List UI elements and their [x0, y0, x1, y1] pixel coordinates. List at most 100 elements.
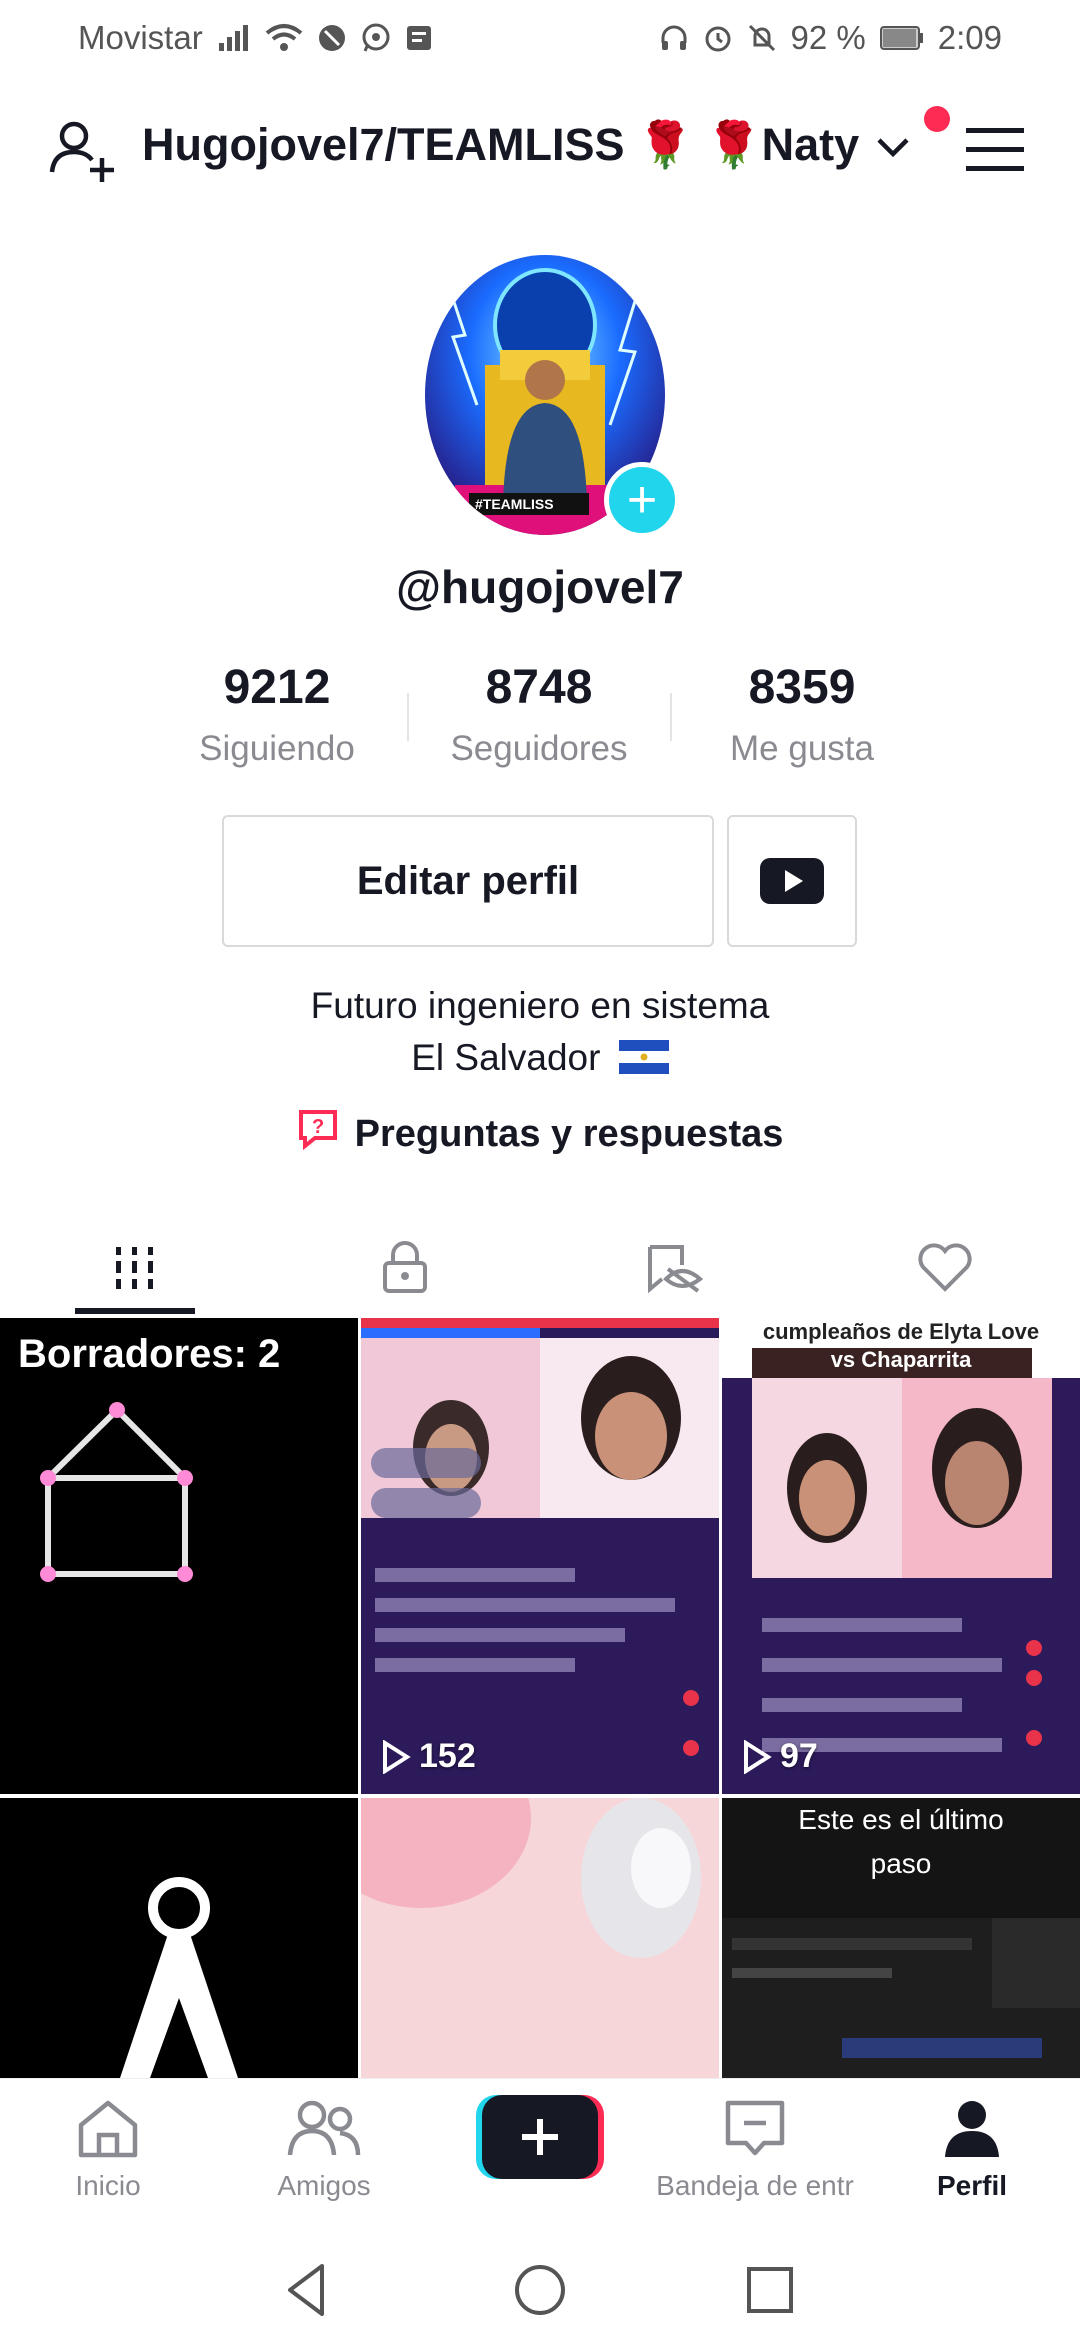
video-overlay-text: Este es el último paso	[722, 1798, 1080, 1886]
nav-inbox-label: Bandeja de entr	[656, 2170, 854, 2201]
tab-private[interactable]	[270, 1218, 540, 1318]
whatsapp-icon	[361, 23, 391, 53]
video-thumbnail[interactable]	[0, 1798, 358, 2078]
view-count-value: 97	[780, 1737, 818, 1775]
heart-icon	[918, 1243, 972, 1292]
no-data-icon	[317, 23, 347, 53]
video-overlay-line-1: Este es el último	[798, 1804, 1004, 1835]
alarm-icon	[703, 23, 733, 53]
drafts-label: Borradores: 2	[18, 1332, 281, 1376]
grid-icon	[116, 1247, 153, 1289]
video-thumbnail[interactable]: Este es el último paso	[722, 1798, 1080, 2078]
stat-likes-label: Me gusta	[730, 729, 874, 768]
video-grid: Borradores: 2 152 cumpleaños de Elyta Lo…	[0, 1318, 1080, 2078]
video-overlay-line-2: paso	[870, 1848, 932, 1879]
plus-icon: +	[626, 471, 658, 529]
youtube-button[interactable]	[727, 815, 857, 947]
inbox-icon	[725, 2100, 785, 2156]
signal-icon	[217, 23, 251, 53]
status-right: 92 % 2:09	[659, 19, 1002, 57]
chevron-down-icon	[875, 119, 911, 171]
video-thumbnail[interactable]	[361, 1798, 719, 2078]
video-title-line-2: vs Chaparrita	[830, 1347, 972, 1372]
nav-friends-label: Amigos	[277, 2170, 371, 2201]
nav-home[interactable]: Inicio	[8, 2097, 208, 2202]
recents-button[interactable]	[738, 2258, 802, 2322]
content-tabs	[0, 1218, 1080, 1318]
el-salvador-flag-icon	[618, 1036, 669, 1074]
home-icon	[78, 2100, 138, 2158]
bio-line-1: Futuro ingeniero en sistema	[310, 985, 770, 1026]
nav-profile[interactable]: Perfil	[872, 2097, 1072, 2202]
home-system-button[interactable]	[508, 2258, 572, 2322]
menu-button[interactable]	[964, 124, 1028, 176]
recents-square-icon	[747, 2267, 793, 2313]
view-count-value: 152	[419, 1737, 476, 1775]
drafts-illustration	[40, 1402, 193, 1582]
hamburger-icon	[966, 128, 1024, 171]
add-user-icon	[49, 121, 114, 182]
clock: 2:09	[937, 19, 1002, 56]
battery-icon	[879, 25, 924, 51]
wifi-icon	[265, 23, 303, 53]
avatar-badge-text: #TEAMLISS	[475, 496, 554, 512]
drafts-tile[interactable]: Borradores: 2	[0, 1318, 358, 1794]
video-title: cumpleaños de Elyta Love vs Chaparrita	[722, 1318, 1080, 1374]
play-icon	[744, 1739, 772, 1774]
profile-icon	[945, 2101, 999, 2157]
add-friend-button[interactable]	[46, 114, 122, 190]
tab-liked[interactable]	[810, 1218, 1080, 1318]
stat-following-label: Siguiendo	[199, 729, 355, 768]
system-navigation	[0, 2238, 1080, 2340]
video-thumbnail-image	[361, 1798, 701, 1958]
stat-followers[interactable]: 8748 Seguidores	[409, 655, 669, 769]
friends-icon	[287, 2100, 361, 2156]
stat-followers-label: Seguidores	[450, 729, 628, 768]
nav-friends[interactable]: Amigos	[224, 2097, 424, 2202]
plus-icon	[476, 2095, 604, 2179]
svg-text:?: ?	[312, 1116, 324, 1138]
video-title-line-1: cumpleaños de Elyta Love	[762, 1319, 1040, 1344]
account-switcher[interactable]: Hugojovel7/TEAMLISS 🌹 🌹Naty	[142, 118, 911, 171]
home-circle-icon	[515, 2265, 565, 2315]
edit-profile-button[interactable]: Editar perfil	[222, 815, 714, 947]
back-button[interactable]	[276, 2258, 340, 2322]
nav-profile-label: Perfil	[936, 2170, 1008, 2201]
status-bar: Movistar 92 % 2:09	[0, 0, 1080, 76]
create-button[interactable]	[476, 2095, 604, 2179]
add-avatar-button[interactable]: +	[604, 462, 680, 538]
back-triangle-icon	[288, 2264, 324, 2316]
headphones-icon	[659, 23, 689, 53]
qa-link[interactable]: ? Preguntas y respuestas	[0, 1108, 1080, 1160]
view-count: 97	[742, 1737, 818, 1776]
status-left: Movistar	[78, 19, 433, 57]
stat-likes[interactable]: 8359 Me gusta	[672, 655, 932, 769]
stat-following-value: 9212	[223, 661, 331, 714]
nav-inbox[interactable]: Bandeja de entr	[640, 2097, 870, 2202]
stat-following[interactable]: 9212 Siguiendo	[147, 655, 407, 769]
view-count: 152	[381, 1737, 476, 1776]
mute-bell-icon	[747, 23, 777, 53]
bio-location: El Salvador	[411, 1037, 601, 1078]
profile-header: Hugojovel7/TEAMLISS 🌹 🌹Naty	[0, 100, 1080, 200]
youtube-icon	[760, 858, 824, 904]
account-name: Hugojovel7/TEAMLISS 🌹 🌹Naty	[142, 119, 860, 170]
active-tab-indicator	[75, 1308, 195, 1314]
carrier-label: Movistar	[78, 19, 203, 56]
message-icon	[405, 24, 433, 52]
notification-dot	[924, 106, 950, 132]
play-icon	[383, 1739, 411, 1774]
video-thumbnail-image	[361, 1318, 719, 1794]
tab-hidden[interactable]	[540, 1218, 810, 1318]
tab-videos[interactable]	[0, 1218, 270, 1318]
nav-home-label: Inicio	[75, 2170, 141, 2201]
bottom-navigation: Inicio Amigos Bandeja de entr Perfil	[0, 2078, 1080, 2238]
qa-link-label: Preguntas y respuestas	[354, 1112, 784, 1155]
hidden-eye-icon	[648, 1245, 704, 1294]
lock-icon	[383, 1241, 427, 1293]
video-thumbnail-image	[120, 1877, 238, 2078]
question-icon: ?	[297, 1108, 339, 1160]
bio: Futuro ingeniero en sistema El Salvador	[0, 980, 1080, 1084]
video-thumbnail[interactable]: cumpleaños de Elyta Love vs Chaparrita 9…	[722, 1318, 1080, 1794]
video-thumbnail[interactable]: 152	[361, 1318, 719, 1794]
